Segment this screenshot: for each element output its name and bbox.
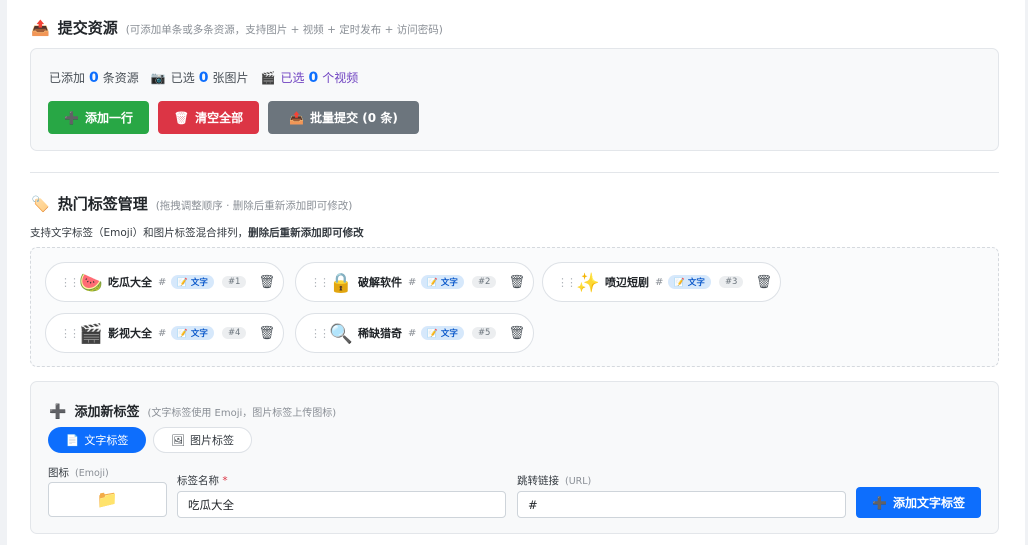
tag-index-badge: #4 — [221, 327, 247, 339]
magnifier-icon: 🔍 — [329, 322, 353, 345]
picture-icon: 🖼 — [171, 433, 185, 447]
tags-section-header: 🏷️ 热门标签管理 (拖拽调整顺序 · 删除后重新添加即可修改) — [31, 193, 352, 214]
camera-icon: 📷 — [150, 70, 166, 85]
tag-name: 喷辺短剧 — [605, 276, 649, 289]
tags-description: 支持文字标签（Emoji）和图片标签混合排列，删除后重新添加即可修改 — [30, 227, 364, 239]
hash-symbol: # — [158, 276, 167, 288]
submit-section-title: 提交资源 — [57, 19, 118, 37]
tab-text-tag[interactable]: 📄 文字标签 — [48, 427, 146, 453]
clapper-icon: 🎬 — [79, 322, 103, 345]
tag-index-badge: #2 — [471, 276, 497, 288]
tag-name: 吃瓜大全 — [108, 276, 152, 289]
video-count-value: 0 — [308, 69, 319, 86]
added-count-value: 0 — [89, 69, 99, 86]
image-count: 📷 已选 0 张图片 — [150, 69, 249, 86]
plus-icon: ➕ — [872, 495, 887, 510]
clapper-icon: 🎬 — [260, 70, 276, 85]
icon-emoji-input[interactable]: 📁 — [48, 482, 167, 517]
tag-index-badge: #5 — [471, 327, 497, 339]
add-text-tag-button[interactable]: ➕ 添加文字标签 — [856, 487, 981, 518]
tag-type-badge: 📝 文字 — [421, 326, 464, 340]
tag-index-badge: #3 — [718, 276, 744, 288]
icon-field-label: 图标 (Emoji) — [48, 467, 109, 479]
upload-tray-icon: 📤 — [289, 110, 305, 125]
delete-tag-icon[interactable]: 🗑 — [258, 326, 275, 341]
add-tag-title: 添加新标签 — [74, 405, 140, 420]
tag-chip[interactable]: ⋮⋮ 🍉 吃瓜大全 # 📝 文字 #1 🗑 — [45, 262, 284, 302]
drag-handle-icon[interactable]: ⋮⋮ — [557, 276, 577, 289]
page-container: 📤 提交资源 (可添加单条或多条资源，支持图片 + 视频 + 定时发布 + 访问… — [7, 0, 1025, 545]
drag-handle-icon[interactable]: ⋮⋮ — [60, 327, 80, 340]
tag-chip[interactable]: ⋮⋮ 🔍 稀缺猎奇 # 📝 文字 #5 🗑 — [295, 313, 534, 353]
tag-chip[interactable]: ⋮⋮ ✨ 喷辺短剧 # 📝 文字 #3 🗑 — [542, 262, 781, 302]
submit-panel: 已添加 0 条资源 📷 已选 0 张图片 🎬 已选 0 个视频 ➕ 添加一行 🗑 — [30, 48, 999, 151]
tag-list: ⋮⋮ 🍉 吃瓜大全 # 📝 文字 #1 🗑 ⋮⋮ 🔒 破解软件 # 📝 文字 #… — [30, 247, 999, 367]
tag-type-badge: 📝 文字 — [668, 275, 711, 289]
lock-icon: 🔒 — [329, 271, 353, 294]
sparkles-icon: ✨ — [576, 271, 600, 294]
added-count: 已添加 0 条资源 — [49, 69, 139, 86]
tag-type-badge: 📝 文字 — [171, 275, 214, 289]
add-row-button[interactable]: ➕ 添加一行 — [48, 101, 149, 134]
plus-icon: ➕ — [49, 404, 67, 420]
watermelon-icon: 🍉 — [79, 271, 103, 294]
delete-tag-icon[interactable]: 🗑 — [508, 326, 525, 341]
add-tag-hint: (文字标签使用 Emoji，图片标签上传图标) — [147, 408, 337, 419]
plus-icon: ➕ — [64, 110, 79, 125]
submit-section-hint: (可添加单条或多条资源，支持图片 + 视频 + 定时发布 + 访问密码) — [125, 24, 443, 36]
delete-tag-icon[interactable]: 🗑 — [258, 275, 275, 290]
image-count-value: 0 — [198, 69, 209, 86]
link-field-label: 跳转链接 (URL) — [517, 475, 592, 487]
drag-handle-icon[interactable]: ⋮⋮ — [310, 327, 330, 340]
trash-icon: 🗑 — [173, 110, 190, 125]
tag-name: 稀缺猎奇 — [358, 327, 402, 340]
submit-section-header: 📤 提交资源 (可添加单条或多条资源，支持图片 + 视频 + 定时发布 + 访问… — [31, 17, 443, 38]
tag-chip[interactable]: ⋮⋮ 🔒 破解软件 # 📝 文字 #2 🗑 — [295, 262, 534, 302]
delete-tag-icon[interactable]: 🗑 — [755, 275, 772, 290]
label-tag-icon: 🏷️ — [31, 195, 50, 213]
tag-chip[interactable]: ⋮⋮ 🎬 影视大全 # 📝 文字 #4 🗑 — [45, 313, 284, 353]
resource-counts: 已添加 0 条资源 📷 已选 0 张图片 🎬 已选 0 个视频 — [49, 69, 358, 86]
folder-icon: 📁 — [96, 489, 119, 510]
hash-symbol: # — [408, 276, 417, 288]
drag-handle-icon[interactable]: ⋮⋮ — [310, 276, 330, 289]
document-icon: 📄 — [65, 433, 80, 447]
tag-link-input[interactable]: # — [517, 491, 846, 518]
tags-section-title: 热门标签管理 — [57, 195, 148, 213]
video-count: 🎬 已选 0 个视频 — [260, 69, 359, 86]
hash-symbol: # — [655, 276, 664, 288]
hash-symbol: # — [158, 327, 167, 339]
hash-symbol: # — [408, 327, 417, 339]
tag-name: 破解软件 — [358, 276, 402, 289]
upload-tray-icon: 📤 — [31, 19, 50, 37]
section-divider — [30, 172, 999, 173]
delete-tag-icon[interactable]: 🗑 — [508, 275, 525, 290]
drag-handle-icon[interactable]: ⋮⋮ — [60, 276, 80, 289]
name-field-label: 标签名称 * — [177, 475, 228, 487]
tag-type-badge: 📝 文字 — [171, 326, 214, 340]
tag-name: 影视大全 — [108, 327, 152, 340]
tag-name-input[interactable]: 吃瓜大全 — [177, 491, 506, 518]
add-tag-header: ➕ 添加新标签 (文字标签使用 Emoji，图片标签上传图标) — [49, 401, 336, 420]
tab-image-tag[interactable]: 🖼 图片标签 — [153, 427, 252, 453]
clear-all-button[interactable]: 🗑 清空全部 — [158, 101, 259, 134]
tags-section-hint: (拖拽调整顺序 · 删除后重新添加即可修改) — [155, 200, 353, 212]
batch-submit-button[interactable]: 📤 批量提交 (0 条) — [268, 101, 419, 134]
add-tag-panel: ➕ 添加新标签 (文字标签使用 Emoji，图片标签上传图标) 📄 文字标签 🖼… — [30, 381, 999, 534]
tag-type-badge: 📝 文字 — [421, 275, 464, 289]
tag-index-badge: #1 — [221, 276, 247, 288]
